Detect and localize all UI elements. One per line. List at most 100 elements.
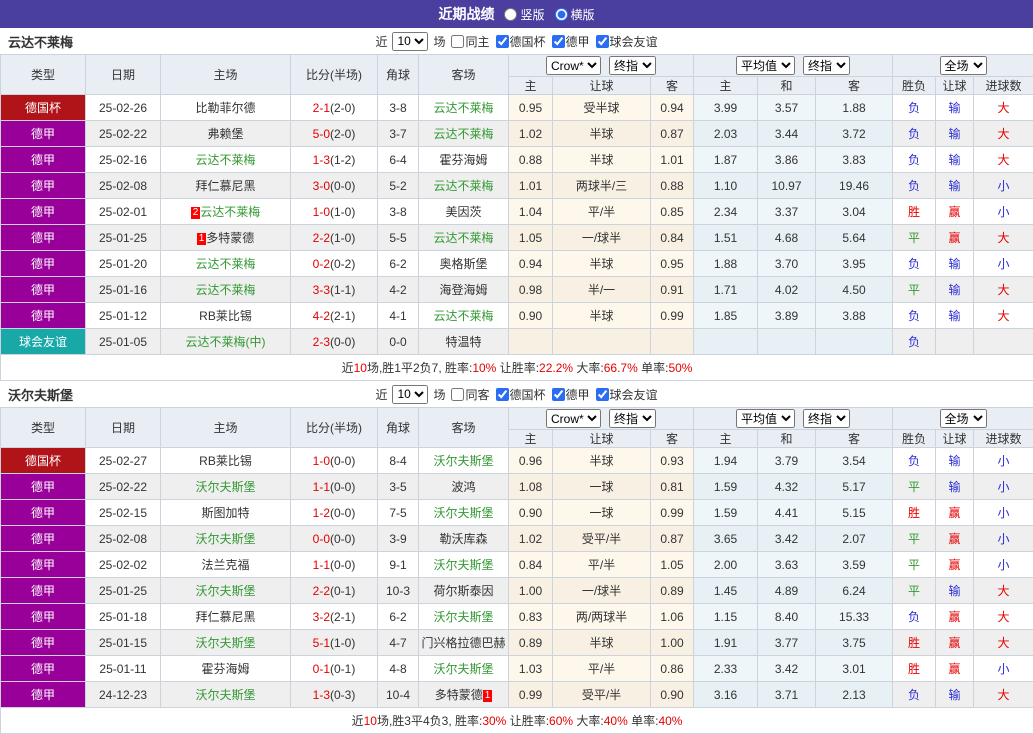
cup-option[interactable]: 德国杯 bbox=[496, 33, 546, 50]
cell-euro-away-odds: 1.88 bbox=[816, 95, 893, 121]
cell-corners: 6-4 bbox=[378, 147, 419, 173]
horizontal-radio[interactable] bbox=[555, 8, 568, 21]
result-scope-header: 全场 bbox=[893, 55, 1033, 77]
league-option[interactable]: 德甲 bbox=[552, 33, 590, 50]
cell-result-handicap: 输 bbox=[936, 578, 974, 604]
cell-euro-home-odds bbox=[694, 329, 758, 355]
halftime-score: (0-0) bbox=[330, 179, 355, 193]
cell-away-team: 门兴格拉德巴赫 bbox=[419, 630, 509, 656]
cell-euro-home-odds: 1.85 bbox=[694, 303, 758, 329]
cell-asian-home-odds: 1.02 bbox=[509, 121, 553, 147]
cell-score: 1-1(0-0) bbox=[291, 552, 378, 578]
cell-away-team: 勒沃库森 bbox=[419, 526, 509, 552]
halftime-score: (0-0) bbox=[330, 454, 355, 468]
cell-competition: 德甲 bbox=[1, 251, 86, 277]
cell-away-team: 云达不莱梅 bbox=[419, 121, 509, 147]
cell-asian-away-odds: 0.93 bbox=[651, 448, 694, 474]
cell-asian-away-odds: 0.87 bbox=[651, 121, 694, 147]
cell-home-team: 比勒菲尔德 bbox=[161, 95, 291, 121]
cell-asian-handicap: 一/球半 bbox=[553, 578, 651, 604]
team-control-bar: 云达不莱梅 近 10 场 同主 德国杯 德甲 球会友谊 bbox=[0, 28, 1033, 54]
cell-date: 25-02-22 bbox=[86, 474, 161, 500]
cell-score: 3-2(2-1) bbox=[291, 604, 378, 630]
league-checkbox[interactable] bbox=[552, 35, 565, 48]
result-scope-select[interactable]: 全场 bbox=[940, 409, 987, 428]
cell-score: 2-3(0-0) bbox=[291, 329, 378, 355]
cell-competition: 德甲 bbox=[1, 199, 86, 225]
cell-score: 3-0(0-0) bbox=[291, 173, 378, 199]
euro-stage-select[interactable]: 终指 bbox=[803, 409, 850, 428]
away-team-name: 霍芬海姆 bbox=[439, 153, 487, 167]
cell-asian-away-odds: 0.88 bbox=[651, 173, 694, 199]
result-scope-select[interactable]: 全场 bbox=[940, 56, 987, 75]
cell-score: 1-2(0-0) bbox=[291, 500, 378, 526]
layout-option-horizontal[interactable]: 横版 bbox=[555, 6, 595, 23]
asian-stage-select[interactable]: 终指 bbox=[609, 409, 656, 428]
match-row: 德甲25-02-16云达不莱梅1-3(1-2)6-4霍芬海姆0.88半球1.01… bbox=[1, 147, 1033, 173]
friendly-checkbox[interactable] bbox=[596, 35, 609, 48]
asian-bookmaker-select[interactable]: Crow* bbox=[546, 409, 601, 428]
recent-count-select[interactable]: 10 bbox=[392, 32, 428, 51]
fulltime-score: 1-3 bbox=[313, 688, 330, 702]
same-venue-option[interactable]: 同客 bbox=[451, 386, 489, 403]
same-venue-checkbox[interactable] bbox=[451, 35, 464, 48]
halftime-score: (2-0) bbox=[330, 101, 355, 115]
friendly-option[interactable]: 球会友谊 bbox=[596, 386, 658, 403]
away-team-name: 云达不莱梅 bbox=[433, 309, 493, 323]
halftime-score: (2-1) bbox=[330, 610, 355, 624]
euro-bookmaker-select[interactable]: 平均值 bbox=[736, 56, 795, 75]
euro-stage-select[interactable]: 终指 bbox=[803, 56, 850, 75]
cell-asian-away-odds: 0.89 bbox=[651, 578, 694, 604]
cell-euro-home-odds: 2.00 bbox=[694, 552, 758, 578]
cell-asian-home-odds: 1.02 bbox=[509, 526, 553, 552]
cell-date: 25-01-05 bbox=[86, 329, 161, 355]
away-team-name: 云达不莱梅 bbox=[433, 179, 493, 193]
col-header-outcome: 胜负 bbox=[893, 77, 936, 95]
euro-bookmaker-select[interactable]: 平均值 bbox=[736, 409, 795, 428]
recent-count-select[interactable]: 10 bbox=[392, 385, 428, 404]
cell-home-team: 沃尔夫斯堡 bbox=[161, 526, 291, 552]
cell-result-goals: 小 bbox=[974, 656, 1033, 682]
asian-stage-select[interactable]: 终指 bbox=[609, 56, 656, 75]
match-row: 德甲25-01-16云达不莱梅3-3(1-1)4-2海登海姆0.98半/一0.9… bbox=[1, 277, 1033, 303]
cell-result-goals: 大 bbox=[974, 578, 1033, 604]
cell-asian-home-odds: 0.95 bbox=[509, 95, 553, 121]
col-header-handicap-result: 让球 bbox=[936, 430, 974, 448]
match-row: 德甲25-02-22沃尔夫斯堡1-1(0-0)3-5波鸿1.08一球0.811.… bbox=[1, 474, 1033, 500]
fulltime-score: 5-0 bbox=[313, 127, 330, 141]
result-scope-header: 全场 bbox=[893, 408, 1033, 430]
asian-bookmaker-select[interactable]: Crow* bbox=[546, 56, 601, 75]
cell-euro-away-odds: 3.83 bbox=[816, 147, 893, 173]
same-venue-option[interactable]: 同主 bbox=[451, 33, 489, 50]
cell-result-handicap: 输 bbox=[936, 303, 974, 329]
match-row: 德甲25-02-15斯图加特1-2(0-0)7-5沃尔夫斯堡0.90一球0.99… bbox=[1, 500, 1033, 526]
league-option[interactable]: 德甲 bbox=[552, 386, 590, 403]
away-team-name: 云达不莱梅 bbox=[433, 101, 493, 115]
cell-euro-away-odds: 3.54 bbox=[816, 448, 893, 474]
cell-corners: 4-2 bbox=[378, 277, 419, 303]
cell-asian-away-odds: 1.05 bbox=[651, 552, 694, 578]
away-team-name: 特温特 bbox=[445, 335, 481, 349]
cell-away-team: 沃尔夫斯堡 bbox=[419, 552, 509, 578]
cell-result-outcome: 平 bbox=[893, 474, 936, 500]
friendly-option[interactable]: 球会友谊 bbox=[596, 33, 658, 50]
vertical-radio[interactable] bbox=[504, 8, 517, 21]
cell-competition: 德甲 bbox=[1, 604, 86, 630]
cell-corners: 3-9 bbox=[378, 526, 419, 552]
cup-checkbox[interactable] bbox=[496, 388, 509, 401]
same-venue-checkbox[interactable] bbox=[451, 388, 464, 401]
summary-text: 近10场,胜1平2负7, 胜率:10% 让胜率:22.2% 大率:66.7% 单… bbox=[1, 355, 1033, 381]
cup-option[interactable]: 德国杯 bbox=[496, 386, 546, 403]
cell-euro-draw-odds: 4.89 bbox=[758, 578, 816, 604]
away-team-name: 海登海姆 bbox=[439, 283, 487, 297]
league-checkbox[interactable] bbox=[552, 388, 565, 401]
cell-away-team: 沃尔夫斯堡 bbox=[419, 656, 509, 682]
cup-checkbox[interactable] bbox=[496, 35, 509, 48]
layout-option-vertical[interactable]: 竖版 bbox=[504, 6, 544, 23]
cell-euro-home-odds: 1.88 bbox=[694, 251, 758, 277]
cell-home-team: 云达不莱梅(中) bbox=[161, 329, 291, 355]
match-row: 德甲25-02-08拜仁慕尼黑3-0(0-0)5-2云达不莱梅1.01两球半/三… bbox=[1, 173, 1033, 199]
cell-euro-draw-odds: 8.40 bbox=[758, 604, 816, 630]
friendly-checkbox[interactable] bbox=[596, 388, 609, 401]
cell-away-team: 沃尔夫斯堡 bbox=[419, 604, 509, 630]
